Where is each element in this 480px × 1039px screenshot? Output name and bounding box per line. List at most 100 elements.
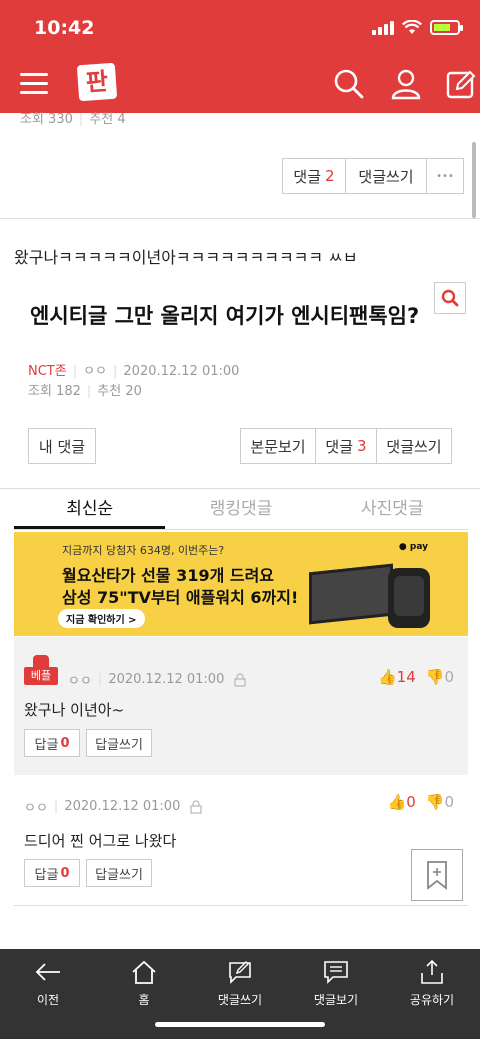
bookmark-button[interactable] [411, 849, 463, 901]
search-icon [441, 289, 459, 307]
prev-comment-label: 댓글 [293, 167, 322, 186]
view-post-button[interactable]: 본문보기 [240, 428, 316, 464]
comment-votes: 👍0 👎0 [388, 793, 454, 811]
menu-icon[interactable] [20, 73, 48, 95]
comment-item: 베플 ㅇㅇ | 2020.12.12 01:00 👍14 👎0 왔구나 이년아~ 답… [14, 637, 468, 775]
downvote-button[interactable]: 👎0 [426, 793, 454, 811]
reply-count-button[interactable]: 답글 0 [24, 859, 80, 887]
comment-meta: ㅇㅇ | 2020.12.12 01:00 [24, 797, 202, 816]
scrollbar-thumb[interactable] [472, 142, 476, 218]
bookmark-icon [427, 861, 447, 890]
downvote-button[interactable]: 👎0 [426, 668, 454, 686]
thumbs-up-icon: 👍 [387, 793, 407, 811]
upvote-count: 14 [396, 668, 416, 686]
prev-views: 조회 330 [20, 112, 73, 127]
reply-count-button[interactable]: 답글 0 [24, 729, 80, 757]
post-title: 엔시티글 그만 올리지 여기가 엔시티팬톡임? [30, 304, 420, 328]
ad-watch-image [388, 568, 430, 628]
nav-back-label: 이전 [36, 993, 60, 1007]
write-comment-icon [229, 961, 251, 984]
view-post-label: 본문보기 [250, 437, 306, 456]
more-icon: ••• [436, 170, 454, 182]
post-meta: NCT존 | ㅇㅇ | 2020.12.12 01:00 [28, 364, 240, 379]
search-in-post-button[interactable] [434, 282, 466, 314]
more-options-button[interactable]: ••• [426, 158, 464, 194]
comment-date: 2020.12.12 01:00 [108, 672, 225, 687]
my-comments-button[interactable]: 내 댓글 [28, 428, 96, 464]
ad-line3: 삼성 75"TV부터 애플워치 6까지! [62, 588, 299, 607]
comment-author: ㅇㅇ [68, 674, 92, 689]
upvote-count: 0 [406, 793, 416, 811]
write-comment-label: 댓글쓰기 [386, 437, 442, 456]
thumbs-down-icon: 👎 [425, 793, 445, 811]
ad-banner[interactable]: 지금까지 당첨자 634명, 이번주는? 월요산타가 선물 319개 드려요 삼… [14, 532, 468, 636]
post-description: 왔구나ㅋㅋㅋㅋㅋ이년아ㅋㅋㅋㅋㅋㅋㅋㅋㅋㅋ ㅆㅂ [14, 248, 358, 267]
wifi-icon [402, 20, 422, 34]
write-comment-button[interactable]: 댓글쓰기 [376, 428, 452, 464]
ad-pay-logo: ● pay [398, 542, 428, 552]
nav-home-label: 홈 [138, 993, 150, 1007]
post-date: 2020.12.12 01:00 [123, 364, 240, 379]
comment-text: 드디어 찐 어그로 나왔다 [24, 832, 177, 850]
battery-icon [430, 20, 463, 35]
comment-votes: 👍14 👎0 [378, 668, 454, 686]
comment-text: 왔구나 이년아~ [24, 701, 125, 719]
comment-count-button[interactable]: 댓글 3 [315, 428, 377, 464]
post-recommends: 추천 20 [97, 384, 142, 399]
downvote-count: 0 [444, 668, 454, 686]
reply-count: 0 [60, 865, 70, 881]
nav-view-comments-label: 댓글보기 [313, 993, 359, 1007]
write-reply-button[interactable]: 답글쓰기 [86, 859, 152, 887]
reply-count: 0 [60, 735, 70, 751]
post-category[interactable]: NCT존 [28, 364, 67, 379]
user-icon[interactable] [390, 68, 422, 100]
comment-date: 2020.12.12 01:00 [64, 799, 181, 814]
home-indicator[interactable] [155, 1022, 325, 1027]
ad-cta-button[interactable]: 지금 확인하기 > [58, 609, 145, 628]
arrow-left-icon [35, 963, 60, 981]
prev-comment-button[interactable]: 댓글 2 [282, 158, 346, 194]
upvote-button[interactable]: 👍14 [378, 668, 416, 686]
view-comments-icon [324, 961, 348, 984]
tab-photo[interactable]: 사진댓글 [317, 494, 468, 529]
comment-label: 댓글 [325, 437, 354, 456]
write-reply-label: 답글쓰기 [95, 867, 143, 883]
write-post-icon[interactable] [445, 68, 477, 100]
comment-sort-tabs: 최신순 랭킹댓글 사진댓글 [14, 494, 468, 530]
reply-label: 답글 [34, 867, 59, 883]
home-icon [132, 960, 156, 984]
lock-icon[interactable] [234, 673, 246, 687]
ad-line1: 지금까지 당첨자 634명, 이번주는? [62, 544, 225, 557]
nav-share-label: 공유하기 [409, 993, 455, 1007]
prev-write-comment-button[interactable]: 댓글쓰기 [345, 158, 427, 194]
nav-write-comment-label: 댓글쓰기 [217, 993, 263, 1007]
tab-ranking[interactable]: 랭킹댓글 [165, 494, 316, 529]
prev-write-comment-label: 댓글쓰기 [358, 167, 414, 186]
share-icon [421, 959, 443, 984]
comment-meta: ㅇㅇ | 2020.12.12 01:00 [68, 670, 246, 689]
post-author: ㅇㅇ [83, 364, 108, 379]
prev-post-meta: 조회 330 | 추천 4 [20, 112, 126, 127]
my-comments-label: 내 댓글 [38, 437, 86, 456]
thumbs-down-icon: 👎 [425, 668, 445, 686]
search-icon[interactable] [333, 68, 365, 100]
pann-logo[interactable]: 판 [76, 62, 118, 102]
comment-count: 3 [357, 437, 367, 455]
cellular-signal-icon [372, 20, 394, 35]
section-divider [0, 218, 480, 219]
thumbs-up-icon: 👍 [377, 668, 397, 686]
tab-latest[interactable]: 최신순 [14, 494, 166, 529]
prev-comment-count: 2 [325, 167, 335, 185]
upvote-button[interactable]: 👍0 [388, 793, 416, 811]
status-time: 10:42 [34, 17, 95, 39]
prev-recommends: 추천 4 [89, 112, 126, 127]
ad-line2: 월요산타가 선물 319개 드려요 [62, 566, 275, 585]
post-views: 조회 182 [28, 384, 81, 399]
write-reply-label: 답글쓰기 [95, 737, 143, 753]
lock-icon[interactable] [190, 800, 202, 814]
nav-share[interactable]: 공유하기 [384, 949, 480, 1039]
write-reply-button[interactable]: 답글쓰기 [86, 729, 152, 757]
status-icons [372, 20, 463, 35]
nav-back[interactable]: 이전 [0, 949, 96, 1039]
comment-author: ㅇㅇ [24, 801, 48, 816]
